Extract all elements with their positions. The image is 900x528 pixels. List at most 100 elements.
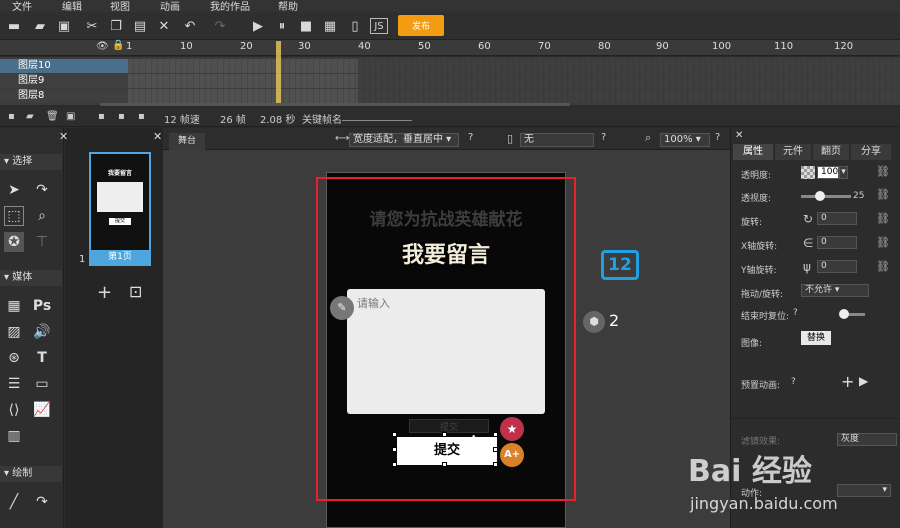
add-page-icon[interactable]: + [97,282,112,303]
open-icon[interactable]: ▰ [30,16,50,36]
tab-share[interactable]: 分享 [851,144,891,160]
stop-icon[interactable]: ■ [296,16,316,36]
section-draw[interactable]: ▾ 绘制 [0,466,62,482]
paragraph-icon[interactable]: ☰ [4,374,24,394]
code-icon[interactable]: ⟨⟩ [4,400,24,420]
text-tool-icon[interactable]: T [32,348,52,368]
layer-row[interactable]: 图层8 [0,89,900,103]
help-icon[interactable]: ? [601,132,606,143]
transparency-slider[interactable] [801,195,851,198]
resize-handle[interactable] [392,462,397,467]
close-icon[interactable]: ✕ [153,130,162,143]
drag-select[interactable]: 不允许 ▾ [801,284,869,297]
layer-frames[interactable] [128,89,358,103]
resize-handle[interactable] [493,447,498,452]
add-anim-icon[interactable]: + [841,372,854,391]
text-add-icon[interactable]: A+ [500,443,524,467]
playhead[interactable] [276,41,281,103]
redo-icon[interactable]: ↷ [210,16,230,36]
resize-handle[interactable] [493,432,498,437]
resize-handle[interactable] [493,462,498,467]
replace-button[interactable]: 替换 [801,331,831,345]
play-anim-icon[interactable]: ▶ [859,374,868,388]
film-icon[interactable]: ⊛ [4,348,24,368]
page-thumbnail[interactable]: 我要留言 提交 第1页 [89,152,151,266]
copy-icon[interactable]: ❐ [106,16,126,36]
play-icon[interactable]: ▶ [248,16,268,36]
chart-icon[interactable]: 📈 [32,400,52,420]
layer-frames-empty[interactable] [358,89,900,103]
filter-select[interactable]: 灰度 [837,433,897,446]
layer-name[interactable]: 图层10 [0,59,128,73]
timeline-scrollbar[interactable] [100,103,570,106]
arrow-tool-icon[interactable]: ➤ [4,180,24,200]
import-page-icon[interactable]: ⊡ [129,282,142,301]
help-icon[interactable]: ? [715,132,720,143]
cut-icon[interactable]: ✂ [82,16,102,36]
frame-icon[interactable]: ▪ [98,111,105,122]
add-layer-icon[interactable]: ▪ [8,111,15,122]
reset-toggle-knob[interactable] [839,309,849,319]
layer-row[interactable]: 图层9 [0,74,900,88]
grid-icon[interactable]: ▦ [4,296,24,316]
timeline-ruler[interactable]: 👁 🔒 1 10 20 30 40 50 60 70 80 90 100 110… [0,40,900,56]
line-tool-icon[interactable]: ╱ [4,492,24,512]
new-icon[interactable]: ▬ [4,16,24,36]
layer-row[interactable]: 图层10 [0,59,900,73]
section-select[interactable]: ▾ 选择 [0,154,62,170]
eye-icon[interactable]: 👁 [96,41,109,52]
lock-icon[interactable]: 🔒 [112,40,124,51]
device-select[interactable]: 无 [520,133,594,147]
zoom-select[interactable]: 100% ▾ [660,133,710,147]
opacity-dropdown[interactable]: ▾ [839,166,848,179]
tab-properties[interactable]: 属性 [733,144,773,160]
layer-name[interactable]: 图层8 [0,89,128,103]
image-icon[interactable]: ▨ [4,322,24,342]
frame-del-icon[interactable]: ▪ [138,111,145,122]
resize-handle[interactable] [392,447,397,452]
layer-frames[interactable] [128,74,358,88]
star-tool-icon[interactable]: ✪ [4,232,24,252]
section-media[interactable]: ▾ 媒体 [0,270,62,286]
opacity-input[interactable]: 100 [817,166,839,179]
barcode-icon[interactable]: ▥ [4,426,24,446]
yrot-input[interactable]: 0 [817,260,857,273]
undo-icon[interactable]: ↶ [180,16,200,36]
layer-frames[interactable] [128,59,358,73]
tab-stage[interactable]: 舞台 [169,133,205,150]
zoom-tool-icon[interactable]: ⌕ [32,206,52,226]
close-icon[interactable]: ✕ [735,130,743,141]
trash-icon[interactable]: 🗑 [46,111,59,122]
link-icon[interactable]: ⛓ [876,236,890,249]
transparency-knob[interactable] [815,191,825,201]
link-icon[interactable]: ⛓ [876,260,890,273]
delete-icon[interactable]: ✕ [154,16,174,36]
resize-handle[interactable] [392,432,397,437]
guide-tool-icon[interactable]: ⊤ [32,232,52,252]
page-badge-icon[interactable]: 12 [601,250,639,280]
pause-icon[interactable]: ⏸ [272,16,292,36]
star-add-icon[interactable]: ★ [500,417,524,441]
link-icon[interactable]: ⛓ [876,165,890,178]
presentation-icon[interactable]: ▭ [32,374,52,394]
split-icon[interactable]: ▯ [345,16,365,36]
lasso-tool-icon[interactable]: ↷ [32,180,52,200]
paste-icon[interactable]: ▤ [130,16,150,36]
folder-icon[interactable]: ▰ [26,111,34,122]
save-icon[interactable]: ▣ [54,16,74,36]
layer-name[interactable]: 图层9 [0,74,128,88]
sound-icon[interactable]: 🔊 [32,322,52,342]
opacity-swatch[interactable] [801,166,815,179]
layer-frames-empty[interactable] [358,59,900,73]
fit-select[interactable]: 宽度适配，垂直居中 ▾ [349,133,459,147]
ps-icon[interactable]: Ps [32,296,52,316]
rotate-input[interactable]: 0 [817,212,857,225]
tab-components[interactable]: 元件 [775,144,811,160]
edit-icon[interactable]: ✎ [330,296,354,320]
tab-pageflip[interactable]: 翻页 [813,144,849,160]
cube-icon[interactable]: ⬢ [583,311,605,333]
link-icon[interactable]: ⛓ [876,188,890,201]
help-icon[interactable]: ? [791,377,796,387]
transform-tool-icon[interactable]: ⬚ [4,206,24,226]
keyframe-name-field[interactable] [342,120,412,121]
